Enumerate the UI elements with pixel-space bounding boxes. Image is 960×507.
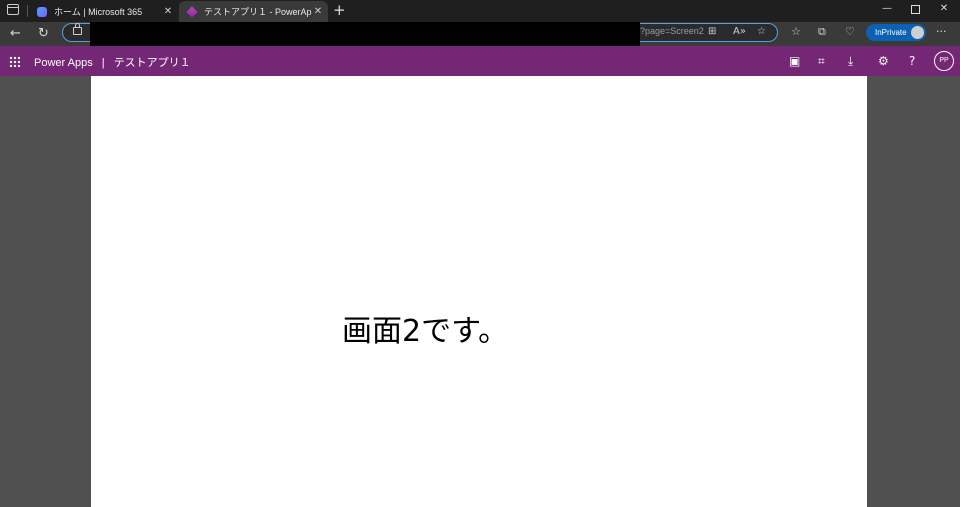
window-close-button[interactable]: ✕ xyxy=(937,3,951,14)
tab-label: ホーム | Microsoft 365 xyxy=(54,7,143,17)
collections-icon[interactable]: ⧉ xyxy=(818,25,826,39)
app-screen: 画面2です。 xyxy=(91,76,867,507)
fit-to-window-icon[interactable]: ⌗ xyxy=(818,54,825,68)
restore-button[interactable] xyxy=(908,3,922,17)
app-name: テストアプリ１ xyxy=(113,57,191,69)
user-avatar[interactable]: PP xyxy=(934,51,954,71)
restore-icon xyxy=(910,5,920,14)
inprivate-label: InPrivate xyxy=(875,28,907,37)
qr-code-icon[interactable]: ⊞ xyxy=(708,26,716,37)
tab-actions-icon[interactable] xyxy=(7,4,19,15)
tab-powerapps[interactable]: テストアプリ１ - PowerApps ✕ xyxy=(179,1,328,22)
settings-more-button[interactable]: ··· xyxy=(936,25,947,38)
title-separator: | xyxy=(101,57,105,69)
close-icon[interactable]: ✕ xyxy=(162,6,174,17)
close-icon[interactable]: ✕ xyxy=(312,6,324,17)
add-favorite-icon[interactable]: ☆ xyxy=(757,26,766,37)
redacted-url xyxy=(90,22,640,46)
favorites-icon[interactable]: ☆ xyxy=(791,25,801,38)
address-url-suffix: ?page=Screen2 xyxy=(640,26,704,36)
microsoft365-icon xyxy=(37,6,47,17)
powerapps-icon xyxy=(186,5,198,18)
back-button[interactable]: ← xyxy=(10,26,21,41)
new-tab-button[interactable]: + xyxy=(333,2,346,19)
tab-microsoft365[interactable]: ホーム | Microsoft 365 ✕ xyxy=(29,1,178,22)
teams-icon[interactable]: ▣ xyxy=(789,54,800,68)
help-icon[interactable]: ? xyxy=(909,54,915,68)
product-name: Power Apps xyxy=(34,57,93,69)
screen-label: 画面2です。 xyxy=(342,314,509,349)
tab-label: テストアプリ１ - PowerApps xyxy=(204,7,312,17)
browser-tab-bar: ホーム | Microsoft 365 ✕ テストアプリ１ - PowerApp… xyxy=(0,0,960,22)
powerapps-header: Power Apps | テストアプリ１ ▣ ⌗ ⤓ ⚙ ? PP xyxy=(0,46,960,76)
profile-avatar xyxy=(911,26,924,39)
divider xyxy=(27,5,28,17)
inprivate-badge[interactable]: InPrivate xyxy=(866,24,926,41)
app-title: Power Apps | テストアプリ１ xyxy=(34,54,191,70)
gear-icon[interactable]: ⚙ xyxy=(878,54,889,68)
reload-button[interactable]: ↻ xyxy=(38,26,49,41)
download-icon[interactable]: ⤓ xyxy=(848,54,853,68)
app-launcher-icon[interactable] xyxy=(9,56,20,67)
browser-essentials-icon[interactable]: ♡ xyxy=(845,25,855,38)
lock-icon[interactable] xyxy=(73,23,82,35)
read-aloud-icon[interactable]: A» xyxy=(733,26,746,37)
minimize-button[interactable]: — xyxy=(880,3,894,14)
